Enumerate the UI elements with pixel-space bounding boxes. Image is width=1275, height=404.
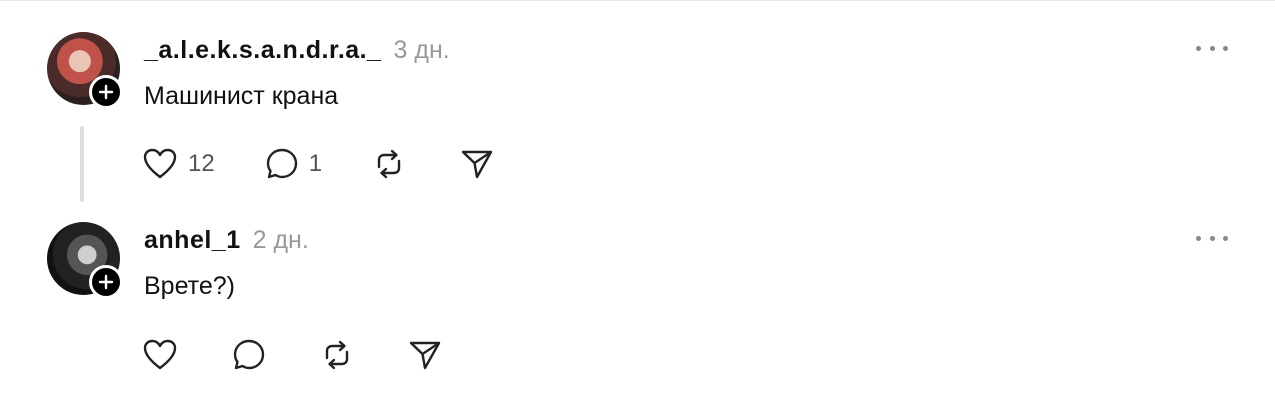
send-icon bbox=[461, 150, 493, 179]
username[interactable]: anhel_1 bbox=[144, 226, 241, 255]
follow-button[interactable] bbox=[89, 265, 123, 299]
thread-line bbox=[80, 126, 84, 202]
like-button[interactable] bbox=[142, 335, 178, 375]
more-dot bbox=[1196, 45, 1201, 51]
send-icon bbox=[409, 341, 441, 370]
share-button[interactable] bbox=[408, 335, 442, 375]
reply-count: 1 bbox=[308, 150, 323, 177]
repost-icon bbox=[325, 340, 349, 370]
comment-text: Машинист крана bbox=[144, 82, 339, 110]
timestamp: 3 дн. bbox=[393, 35, 450, 64]
heart-icon bbox=[143, 148, 177, 179]
reply-button[interactable]: 1 bbox=[265, 144, 322, 184]
speech-bubble-icon bbox=[266, 148, 297, 179]
plus-icon bbox=[98, 84, 114, 100]
repost-icon bbox=[377, 149, 401, 179]
comment: anhel_1 2 дн. Врете?) bbox=[0, 210, 1275, 404]
plus-icon bbox=[98, 274, 114, 290]
more-dot bbox=[1209, 235, 1215, 241]
like-button[interactable]: 12 bbox=[142, 144, 215, 184]
repost-button[interactable] bbox=[320, 335, 354, 375]
timestamp: 2 дн. bbox=[252, 225, 309, 254]
username[interactable]: _a.l.e.k.s.a.n.d.r.a._ bbox=[144, 36, 382, 65]
reply-button[interactable] bbox=[232, 335, 266, 375]
more-dot bbox=[1223, 45, 1228, 51]
comment: _a.l.e.k.s.a.n.d.r.a._ 3 дн. Машинист кр… bbox=[0, 0, 1275, 210]
share-button[interactable] bbox=[460, 144, 494, 184]
speech-bubble-icon bbox=[233, 339, 265, 370]
comment-meta: anhel_1 2 дн. bbox=[144, 225, 309, 255]
more-icon[interactable] bbox=[1196, 228, 1228, 248]
more-dot bbox=[1223, 235, 1228, 241]
action-bar bbox=[142, 335, 442, 375]
more-dot bbox=[1196, 235, 1201, 241]
comment-text: Врете?) bbox=[144, 272, 235, 300]
action-bar: 12 1 bbox=[142, 144, 494, 184]
more-dot bbox=[1209, 45, 1215, 51]
like-count: 12 bbox=[188, 150, 215, 177]
more-icon[interactable] bbox=[1196, 38, 1228, 58]
repost-button[interactable] bbox=[372, 144, 406, 184]
comment-meta: _a.l.e.k.s.a.n.d.r.a._ 3 дн. bbox=[144, 35, 450, 65]
heart-icon bbox=[143, 339, 177, 370]
follow-button[interactable] bbox=[89, 75, 123, 109]
